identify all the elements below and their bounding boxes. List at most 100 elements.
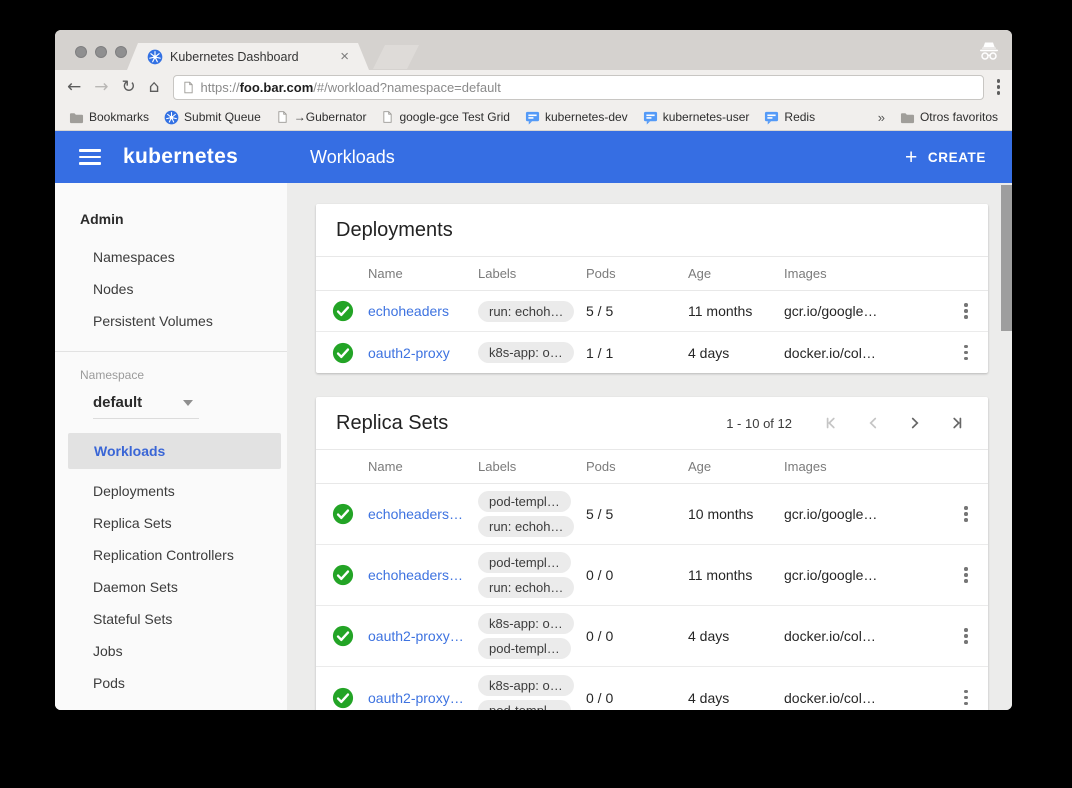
bookmarks-overflow-icon[interactable]: » [878, 110, 885, 125]
row-menu-icon[interactable] [964, 506, 968, 522]
column-header-labels: Labels [478, 459, 586, 474]
deployments-card: Deployments Name Labels Pods Age Images … [316, 204, 988, 373]
table-row: echoheaders… pod-templ… run: echoh… 5 / … [316, 484, 988, 545]
window-zoom-button[interactable] [115, 46, 127, 58]
label-chip: pod-templ… [478, 552, 571, 573]
sidebar-item-nodes[interactable]: Nodes [55, 273, 287, 305]
status-ok-icon [332, 300, 354, 322]
table-row: oauth2-proxy… k8s-app: o… pod-templ… 0 /… [316, 606, 988, 667]
tab-title: Kubernetes Dashboard [170, 50, 333, 64]
bookmark-google-gce-test-grid[interactable]: google-gce Test Grid [381, 110, 510, 124]
images-cell: gcr.io/google… [784, 506, 944, 522]
status-ok-icon [332, 503, 354, 525]
column-header-age: Age [688, 266, 784, 281]
bookmark-label: Otros favoritos [920, 110, 998, 124]
sidebar-item-deployments[interactable]: Deployments [55, 475, 287, 507]
namespace-label: Namespace [55, 364, 287, 384]
replica-sets-card-header: Replica Sets 1 - 10 of 12 [316, 397, 988, 450]
bookmark-gubernator[interactable]: →Gubernator [276, 110, 367, 124]
pods-cell: 0 / 0 [586, 567, 688, 583]
sidebar-item-daemon-sets[interactable]: Daemon Sets [55, 571, 287, 603]
column-header-pods: Pods [586, 266, 688, 281]
sidebar-item-replica-sets[interactable]: Replica Sets [55, 507, 287, 539]
card-title: Replica Sets [336, 412, 448, 435]
reload-icon[interactable]: ↻ [122, 79, 136, 96]
previous-page-icon[interactable] [864, 414, 882, 432]
create-button[interactable]: + CREATE [905, 147, 986, 168]
sidebar-item-namespaces[interactable]: Namespaces [55, 241, 287, 273]
bookmark-kubernetes-user[interactable]: kubernetes-user [643, 110, 750, 125]
label-chip: pod-templ… [478, 700, 571, 711]
status-ok-icon [332, 342, 354, 364]
status-ok-icon [332, 625, 354, 647]
hamburger-menu-icon[interactable] [79, 149, 101, 165]
table-header-row: Name Labels Pods Age Images [316, 257, 988, 291]
url-scheme: https:// [201, 80, 240, 95]
window-minimize-button[interactable] [95, 46, 107, 58]
column-header-images: Images [784, 459, 944, 474]
age-cell: 4 days [688, 628, 784, 644]
bookmark-folder-bookmarks[interactable]: Bookmarks [69, 110, 149, 124]
back-icon[interactable]: ← [67, 79, 81, 96]
pods-cell: 5 / 5 [586, 303, 688, 319]
resource-link[interactable]: oauth2-proxy… [368, 690, 478, 706]
bookmark-kubernetes-dev[interactable]: kubernetes-dev [525, 110, 628, 125]
new-tab-button[interactable] [373, 45, 419, 69]
bookmark-label: google-gce Test Grid [399, 110, 510, 124]
app-body: Admin Namespaces Nodes Persistent Volume… [55, 183, 1012, 710]
bookmarks-bar: Bookmarks Submit Queue →Gubernator googl… [55, 104, 1012, 131]
bookmark-submit-queue[interactable]: Submit Queue [164, 110, 261, 125]
page-scrollbar-thumb[interactable] [1001, 185, 1012, 331]
namespace-select[interactable]: default [93, 394, 199, 419]
bookmark-label: Submit Queue [184, 110, 261, 124]
resource-link[interactable]: echoheaders… [368, 567, 478, 583]
table-row: echoheaders run: echoh… 5 / 5 11 months … [316, 291, 988, 332]
row-menu-icon[interactable] [964, 567, 968, 583]
home-icon[interactable]: ⌂ [149, 79, 160, 96]
chat-icon [525, 110, 540, 125]
row-menu-icon[interactable] [964, 303, 968, 319]
create-button-label: CREATE [928, 150, 986, 165]
browser-tab[interactable]: Kubernetes Dashboard × [127, 43, 369, 70]
sidebar-item-workloads[interactable]: Workloads [68, 433, 281, 469]
age-cell: 10 months [688, 506, 784, 522]
bookmark-label: kubernetes-user [663, 110, 750, 124]
column-header-pods: Pods [586, 459, 688, 474]
resource-link[interactable]: oauth2-proxy… [368, 628, 478, 644]
row-menu-icon[interactable] [964, 628, 968, 644]
images-cell: gcr.io/google… [784, 303, 944, 319]
forward-icon[interactable]: → [94, 79, 108, 96]
sidebar-item-persistent-volumes[interactable]: Persistent Volumes [55, 305, 287, 337]
status-ok-icon [332, 687, 354, 709]
resource-link[interactable]: oauth2-proxy [368, 345, 478, 361]
row-menu-icon[interactable] [964, 345, 968, 361]
pagination-label: 1 - 10 of 12 [726, 416, 792, 431]
card-title: Deployments [336, 219, 453, 242]
resource-link[interactable]: echoheaders… [368, 506, 478, 522]
bookmark-redis[interactable]: Redis [764, 110, 815, 125]
last-page-icon[interactable] [948, 414, 966, 432]
column-header-images: Images [784, 266, 944, 281]
tab-close-icon[interactable]: × [340, 49, 349, 64]
page-icon [276, 110, 289, 124]
browser-menu-icon[interactable] [997, 79, 1001, 95]
sidebar-item-admin[interactable]: Admin [55, 205, 287, 233]
next-page-icon[interactable] [906, 414, 924, 432]
column-header-name: Name [368, 266, 478, 281]
sidebar-item-jobs[interactable]: Jobs [55, 635, 287, 667]
sidebar-item-stateful-sets[interactable]: Stateful Sets [55, 603, 287, 635]
bookmark-label: Bookmarks [89, 110, 149, 124]
images-cell: docker.io/col… [784, 690, 944, 706]
address-bar[interactable]: https://foo.bar.com/#/workload?namespace… [173, 75, 984, 100]
url-text: https://foo.bar.com/#/workload?namespace… [201, 80, 501, 95]
age-cell: 11 months [688, 567, 784, 583]
label-chip: run: echoh… [478, 577, 574, 598]
window-close-button[interactable] [75, 46, 87, 58]
sidebar-item-pods[interactable]: Pods [55, 667, 287, 699]
first-page-icon[interactable] [822, 414, 840, 432]
row-menu-icon[interactable] [964, 690, 968, 706]
replica-sets-card: Replica Sets 1 - 10 of 12 [316, 397, 988, 710]
resource-link[interactable]: echoheaders [368, 303, 478, 319]
sidebar-item-replication-controllers[interactable]: Replication Controllers [55, 539, 287, 571]
bookmark-folder-otros-favoritos[interactable]: Otros favoritos [900, 110, 998, 124]
